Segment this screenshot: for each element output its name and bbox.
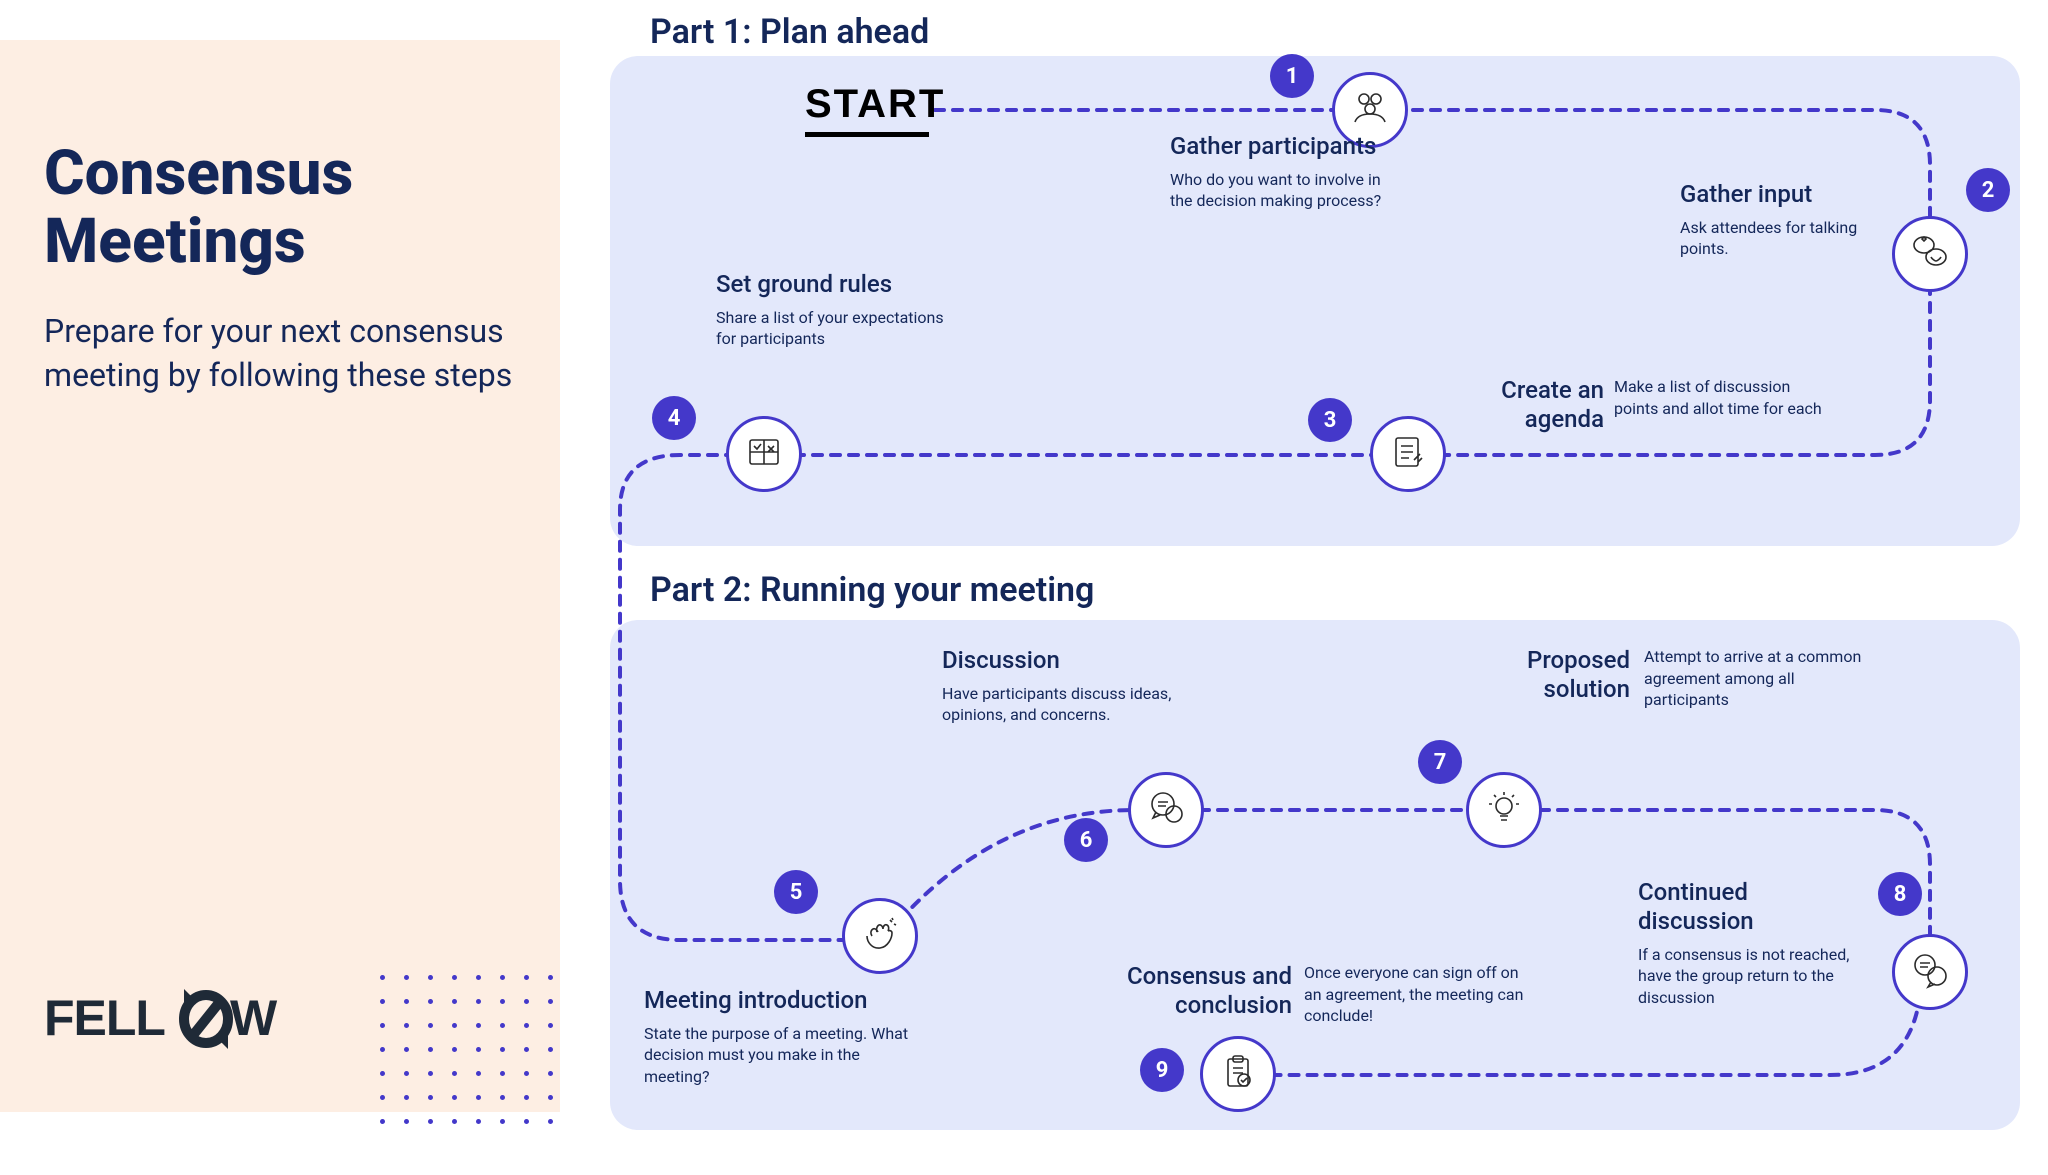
left-panel: Consensus Meetings Prepare for your next… xyxy=(0,40,560,1112)
text-step-5: Meeting introduction State the purpose o… xyxy=(644,986,920,1088)
people-icon xyxy=(1350,88,1390,132)
step-2-title: Gather input xyxy=(1680,180,1880,209)
lightbulb-icon xyxy=(1484,788,1524,832)
node-consensus-conclusion xyxy=(1200,1036,1276,1112)
text-step-4: Set ground rules Share a list of your ex… xyxy=(716,270,946,350)
step-9-desc: Once everyone can sign off on an agreeme… xyxy=(1304,962,1534,1027)
badge-1: 1 xyxy=(1270,54,1314,98)
step-2-desc: Ask attendees for talking points. xyxy=(1680,217,1880,260)
checkbox-grid-icon xyxy=(744,432,784,476)
part-2-title: Part 2: Running your meeting xyxy=(650,570,1094,610)
step-5-title: Meeting introduction xyxy=(644,986,920,1015)
badge-6: 6 xyxy=(1064,818,1108,862)
chat-bubbles-icon xyxy=(1910,232,1950,276)
part-1-title: Part 1: Plan ahead xyxy=(650,12,929,52)
fellow-logo: FELL W xyxy=(44,989,334,1062)
step-7-title: Proposed solution xyxy=(1510,646,1630,704)
text-step-7-title-wrap: Proposed solution xyxy=(1510,646,1630,712)
node-gather-input xyxy=(1892,216,1968,292)
text-step-2: Gather input Ask attendees for talking p… xyxy=(1680,180,1880,260)
node-ground-rules xyxy=(726,416,802,492)
text-step-9-desc-wrap: Once everyone can sign off on an agreeme… xyxy=(1304,962,1534,1027)
step-6-title: Discussion xyxy=(942,646,1192,675)
badge-4: 4 xyxy=(652,396,696,440)
text-step-6: Discussion Have participants discuss ide… xyxy=(942,646,1192,726)
clipboard-check-icon xyxy=(1218,1052,1258,1096)
subtitle: Prepare for your next consensus meeting … xyxy=(44,310,516,396)
node-discussion xyxy=(1128,772,1204,848)
step-4-title: Set ground rules xyxy=(716,270,946,299)
wave-hand-icon xyxy=(860,914,900,958)
text-step-3-title-wrap: Create an agenda xyxy=(1466,376,1604,442)
node-continued-discussion xyxy=(1892,934,1968,1010)
svg-text:FELL: FELL xyxy=(44,990,165,1046)
step-3-title: Create an agenda xyxy=(1466,376,1604,434)
text-step-8: Continued discussion If a consensus is n… xyxy=(1638,878,1868,1008)
node-meeting-intro xyxy=(842,898,918,974)
decorative-dots xyxy=(380,975,580,1175)
checklist-icon xyxy=(1388,432,1428,476)
step-1-title: Gather participants xyxy=(1170,132,1390,161)
badge-5: 5 xyxy=(774,870,818,914)
step-6-desc: Have participants discuss ideas, opinion… xyxy=(942,683,1192,726)
svg-text:W: W xyxy=(230,990,278,1046)
main-title: Consensus Meetings xyxy=(44,140,516,276)
text-step-9-title-wrap: Consensus and conclusion xyxy=(1102,962,1292,1028)
text-step-1: Gather participants Who do you want to i… xyxy=(1170,132,1390,212)
badge-7: 7 xyxy=(1418,740,1462,784)
badge-8: 8 xyxy=(1878,872,1922,916)
step-7-desc: Attempt to arrive at a common agreement … xyxy=(1644,646,1874,711)
start-label: START xyxy=(805,82,945,127)
step-1-desc: Who do you want to involve in the decisi… xyxy=(1170,169,1390,212)
speech-bubble-icon xyxy=(1146,788,1186,832)
step-8-desc: If a consensus is not reached, have the … xyxy=(1638,944,1868,1009)
text-step-3-desc-wrap: Make a list of discussion points and all… xyxy=(1614,376,1824,419)
step-4-desc: Share a list of your expectations for pa… xyxy=(716,307,946,350)
badge-3: 3 xyxy=(1308,398,1352,442)
step-8-title: Continued discussion xyxy=(1638,878,1868,936)
step-3-desc: Make a list of discussion points and all… xyxy=(1614,376,1824,419)
double-speech-icon xyxy=(1910,950,1950,994)
text-step-7-desc-wrap: Attempt to arrive at a common agreement … xyxy=(1644,646,1874,711)
badge-9: 9 xyxy=(1140,1048,1184,1092)
start-underline xyxy=(805,132,929,137)
node-proposed-solution xyxy=(1466,772,1542,848)
node-create-agenda xyxy=(1370,416,1446,492)
badge-2: 2 xyxy=(1966,168,2010,212)
step-9-title: Consensus and conclusion xyxy=(1102,962,1292,1020)
step-5-desc: State the purpose of a meeting. What dec… xyxy=(644,1023,920,1088)
